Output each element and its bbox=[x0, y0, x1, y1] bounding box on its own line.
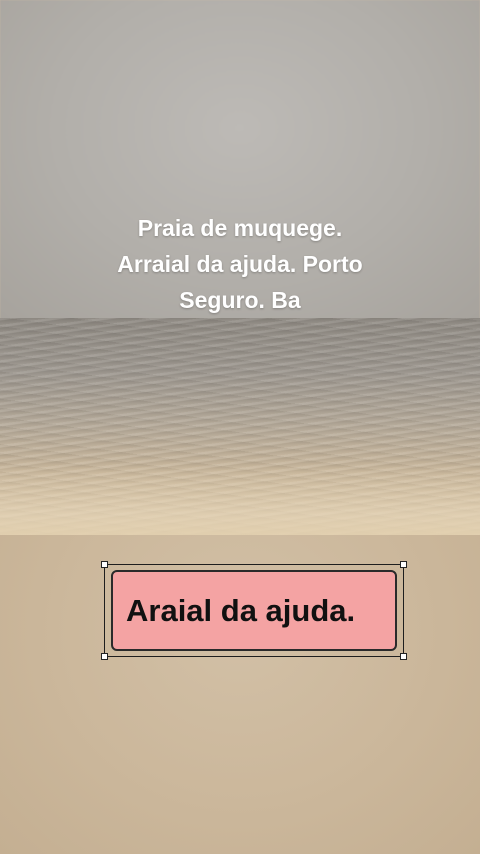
resize-handle-top-right[interactable] bbox=[400, 561, 407, 568]
caption-line: Arraial da ajuda. Porto bbox=[117, 251, 363, 277]
resize-handle-bottom-right[interactable] bbox=[400, 653, 407, 660]
caption-text[interactable]: Praia de muquege. Arraial da ajuda. Port… bbox=[60, 210, 420, 318]
video-canvas: Praia de muquege. Arraial da ajuda. Port… bbox=[0, 0, 480, 854]
text-sticker-selection[interactable]: Araial da ajuda. bbox=[101, 561, 407, 660]
resize-handle-top-left[interactable] bbox=[101, 561, 108, 568]
resize-handle-bottom-left[interactable] bbox=[101, 653, 108, 660]
sticker-label: Araial da ajuda. bbox=[126, 592, 356, 628]
sand-shoreline bbox=[0, 465, 480, 535]
beach-water-photo bbox=[0, 318, 480, 535]
text-sticker[interactable]: Araial da ajuda. bbox=[111, 570, 397, 651]
caption-line: Praia de muquege. bbox=[137, 215, 343, 241]
caption-line: Seguro. Ba bbox=[179, 287, 301, 313]
